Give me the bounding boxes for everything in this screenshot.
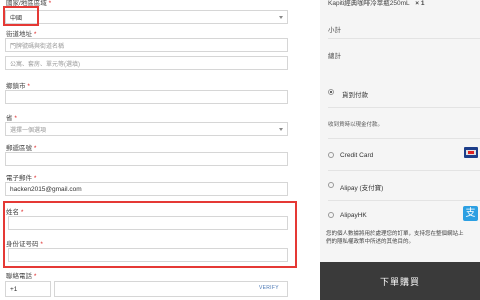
city-label-text: 鄉鎮市 <box>6 83 26 90</box>
province-label-text: 省 <box>6 115 13 122</box>
phone-label-text: 聯絡電話 <box>6 273 32 280</box>
name-label-text: 姓名 <box>6 209 19 216</box>
product-qty: × 1 <box>415 0 425 7</box>
subtotal-label: 小計 <box>328 27 341 34</box>
radio-cod[interactable] <box>328 89 334 95</box>
name-label: 姓名 * <box>6 206 23 216</box>
name-input[interactable] <box>8 216 288 230</box>
highlight-country <box>3 6 39 26</box>
required-mark: * <box>33 175 37 182</box>
city-label: 鄉鎮市 * <box>6 80 30 90</box>
country-select-value: 中國 <box>10 15 23 22</box>
street-input[interactable]: 門牌號碼與街道名稱 <box>5 38 288 52</box>
checkout-form: 國家/地區區域 * 中國 街道地址 * 門牌號碼與街道名稱 公寓、套房、單元等(… <box>0 0 300 300</box>
order-product: Kapiti經典咖啡冷萃瓶250mL × 1 <box>328 0 424 7</box>
place-order-button[interactable]: 下單購買 <box>320 262 480 300</box>
required-mark: * <box>20 209 24 216</box>
radio-credit-card[interactable] <box>328 152 334 158</box>
province-select-value: 選擇一個選項 <box>10 127 47 134</box>
required-mark: * <box>40 241 43 248</box>
required-mark: * <box>33 145 37 152</box>
street-label: 街道地址 * <box>6 28 36 38</box>
divider <box>328 200 480 201</box>
privacy-text-line-1: 您的個人數據將用於處理您的訂單，支持您在整個網站上 <box>326 231 464 237</box>
required-mark: * <box>33 273 37 280</box>
privacy-notice: 您的個人數據將用於處理您的訂單，支持您在整個網站上 們的隱私權政策中所述的其他目… <box>326 230 464 246</box>
product-name: Kapiti經典咖啡冷萃瓶250mL <box>328 0 410 7</box>
radio-alipay[interactable] <box>328 182 334 188</box>
street-label-text: 街道地址 <box>6 31 32 38</box>
required-mark: * <box>27 83 30 90</box>
email-input[interactable]: hacken2015@gmail.com <box>5 182 288 196</box>
divider <box>328 138 480 139</box>
divider <box>328 107 480 108</box>
id-number-input[interactable] <box>8 248 288 262</box>
postal-label-text: 郵遞區號 <box>6 145 32 152</box>
phone-label: 聯絡電話 * <box>6 270 36 280</box>
chevron-down-icon <box>279 128 283 131</box>
total-label: 總計 <box>328 53 341 60</box>
radio-alipayhk[interactable] <box>328 212 334 218</box>
email-value: hacken2015@gmail.com <box>10 185 82 193</box>
chevron-down-icon <box>279 16 283 19</box>
cod-description: 收到貨時以現金付款。 <box>328 122 384 128</box>
street-input-2[interactable]: 公寓、套房、單元等(選填) <box>5 56 288 70</box>
credit-card-label: Credit Card <box>340 152 374 159</box>
phone-input[interactable] <box>54 281 288 297</box>
cod-label: 貨到付款 <box>342 92 368 99</box>
alipay-icon: 支 <box>463 206 478 221</box>
street-2-placeholder: 公寓、套房、單元等(選填) <box>10 61 80 68</box>
privacy-text-line-2: 們的隱私權政策中所述的其他目的。 <box>326 239 415 245</box>
credit-card-icon <box>464 147 478 158</box>
email-label-text: 電子郵件 <box>6 175 32 182</box>
email-label: 電子郵件 * <box>6 172 36 182</box>
alipay-label: Alipay (支付寶) <box>340 185 384 192</box>
required-mark: * <box>33 31 37 38</box>
id-label: 身份证号码 * <box>6 238 43 248</box>
street-placeholder: 門牌號碼與街道名稱 <box>10 43 65 50</box>
postal-input[interactable] <box>5 152 288 166</box>
divider <box>328 38 480 39</box>
alipayhk-label: AlipayHK <box>340 212 367 219</box>
phone-country-code[interactable]: +1 <box>5 281 51 297</box>
phone-code-value: +1 <box>10 285 18 293</box>
required-mark: * <box>48 0 52 7</box>
order-summary: Kapiti經典咖啡冷萃瓶250mL × 1 小計 總計 貨到付款 收到貨時以現… <box>320 0 480 300</box>
place-order-label: 下單購買 <box>379 276 420 287</box>
city-input[interactable] <box>5 90 288 104</box>
country-select[interactable]: 中國 <box>5 10 288 24</box>
id-label-text: 身份证号码 <box>6 241 39 248</box>
required-mark: * <box>14 115 17 122</box>
province-label: 省 * <box>6 112 17 122</box>
divider <box>328 170 480 171</box>
province-select[interactable]: 選擇一個選項 <box>5 122 288 136</box>
postal-label: 郵遞區號 * <box>6 142 36 152</box>
verify-link[interactable]: VERIFY <box>259 285 279 291</box>
